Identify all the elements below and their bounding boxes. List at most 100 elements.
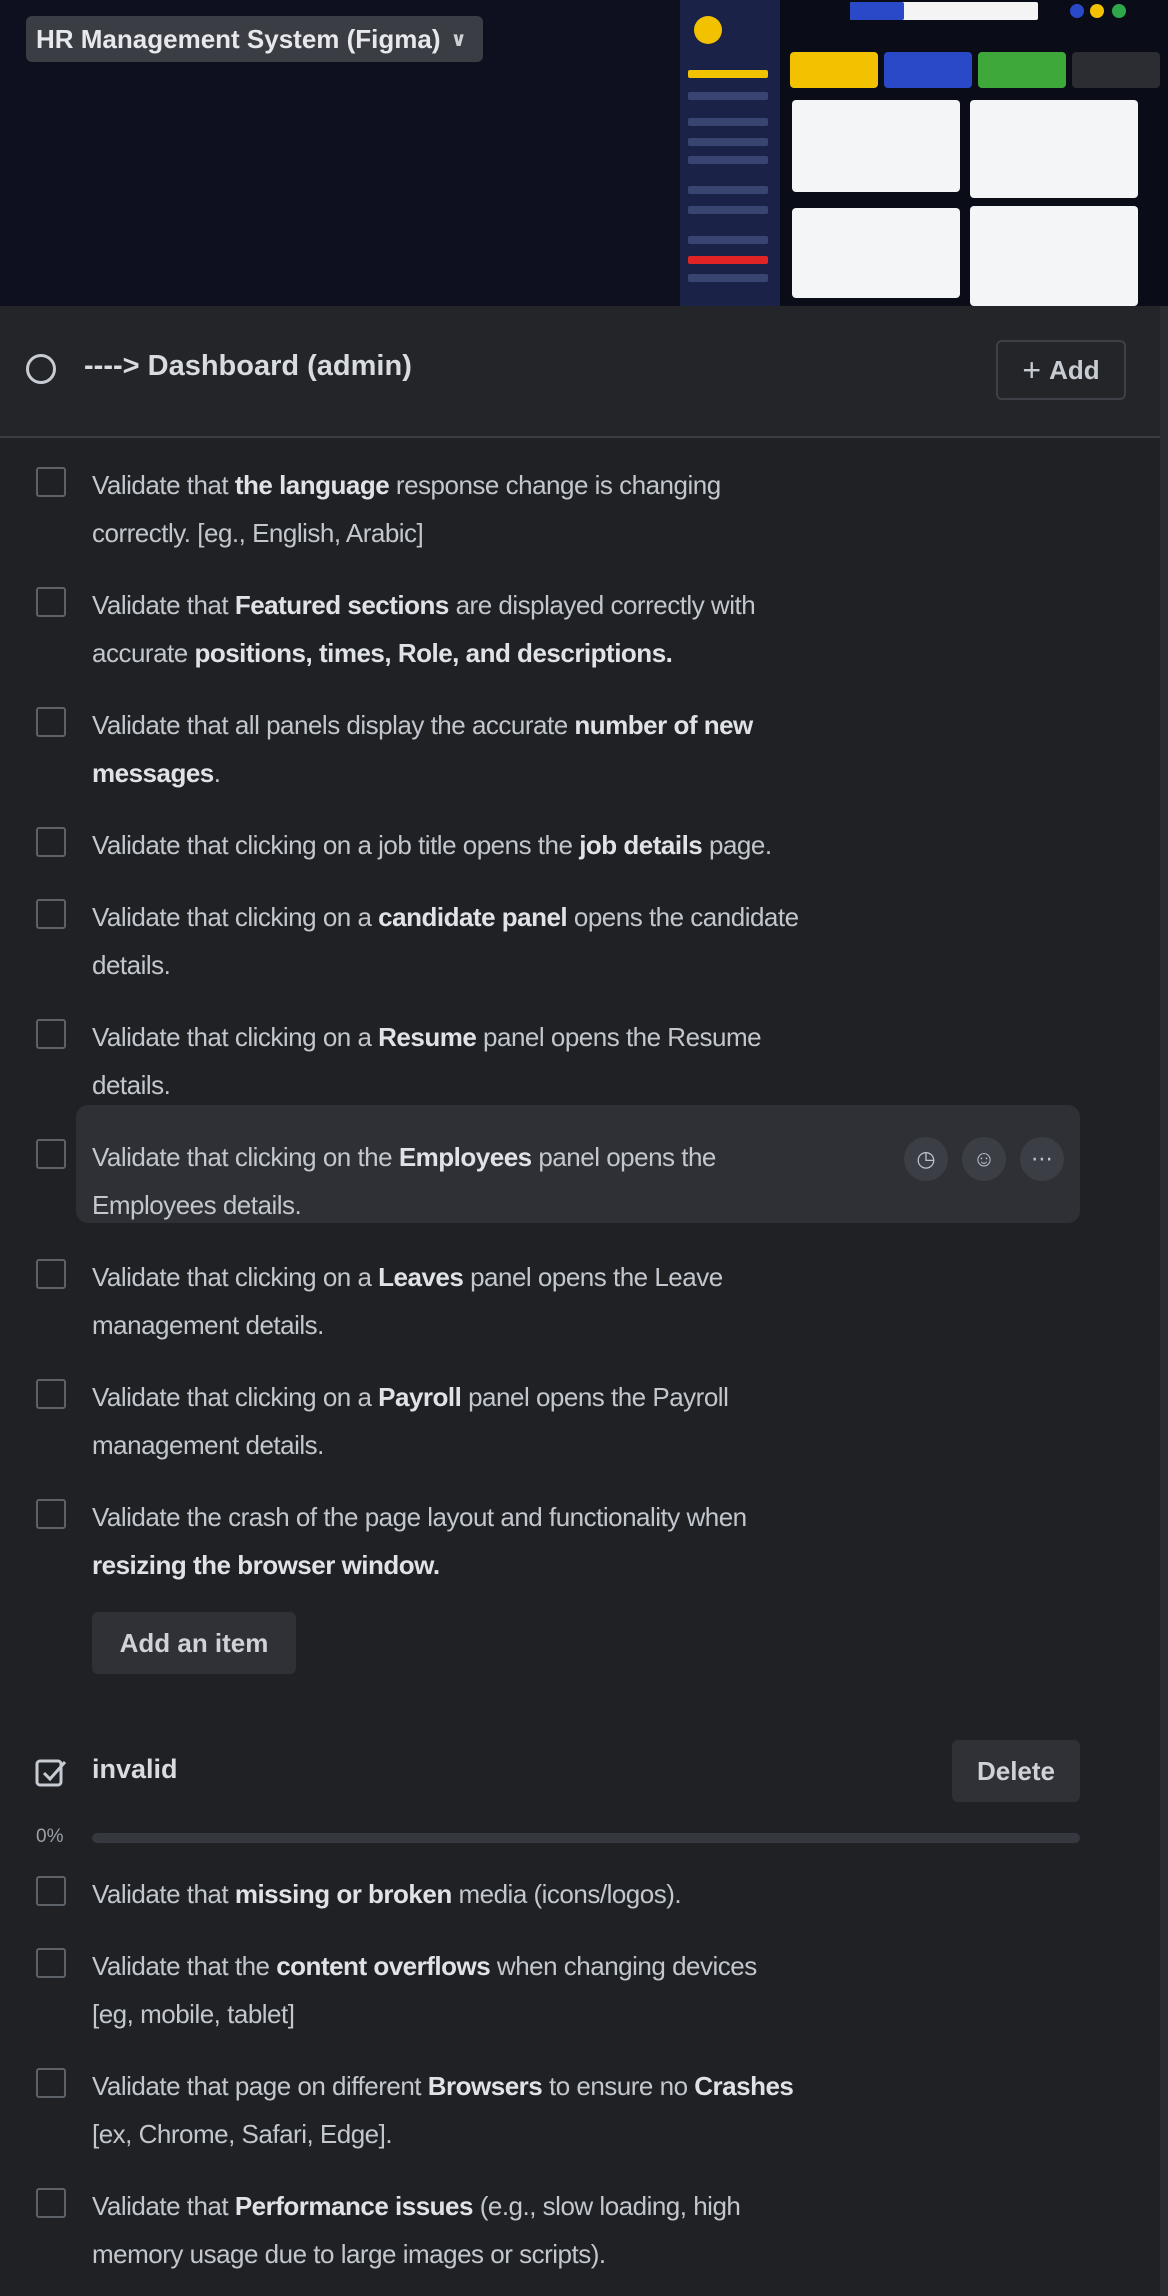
- item-text-bold: candidate panel: [378, 902, 568, 932]
- item-text-bold: Resume: [378, 1022, 477, 1052]
- item-checkbox[interactable]: [36, 707, 66, 737]
- item-checkbox[interactable]: [36, 1948, 66, 1978]
- item-text-span: management details.: [92, 1430, 324, 1460]
- item-text-span: memory usage due to large images or scri…: [92, 2239, 606, 2269]
- item-text-span: Validate that clicking on a job title op…: [92, 830, 580, 860]
- item-text-span: response change is changing: [389, 470, 721, 500]
- item-text[interactable]: Validate that clicking on the Employees …: [92, 1133, 912, 1229]
- card-cover: HR Management System (Figma) ∨: [0, 0, 1168, 306]
- item-text[interactable]: Validate that page on different Browsers…: [92, 2062, 912, 2158]
- item-text-bold: messages: [92, 758, 214, 788]
- progress-track: [92, 1833, 1080, 1843]
- item-text-bold: number of new: [574, 710, 753, 740]
- item-text[interactable]: Validate that clicking on a job title op…: [92, 821, 912, 869]
- item-text-bold: resizing the browser window.: [92, 1550, 440, 1580]
- item-checkbox[interactable]: [36, 1019, 66, 1049]
- item-text-span: opens the candidate: [567, 902, 799, 932]
- item-text[interactable]: Validate that clicking on a Resume panel…: [92, 1013, 912, 1109]
- thumbnail-search: [850, 2, 1038, 20]
- item-text-span: accurate: [92, 638, 195, 668]
- item-text-bold: Browsers: [427, 2071, 543, 2101]
- item-text-span: Validate that clicking on a: [92, 1022, 379, 1052]
- item-text[interactable]: Validate that clicking on a Payroll pane…: [92, 1373, 912, 1469]
- item-text-span: management details.: [92, 1310, 324, 1340]
- item-text-span: [eg, mobile, tablet]: [92, 1999, 295, 2029]
- assign-member-icon[interactable]: ☺: [962, 1137, 1006, 1181]
- item-text-span: panel opens the Leave: [463, 1262, 723, 1292]
- item-text-span: Validate that all panels display the acc…: [92, 710, 575, 740]
- item-text-bold: content overflows: [276, 1951, 491, 1981]
- checklist-title[interactable]: ----> Dashboard (admin): [84, 350, 412, 383]
- item-text-span: Validate that clicking on the: [92, 1142, 399, 1172]
- board-name: HR Management System (Figma): [36, 23, 441, 54]
- item-text-span: Validate that clicking on a: [92, 902, 379, 932]
- item-checkbox[interactable]: [36, 899, 66, 929]
- item-text-bold: missing or broken: [234, 1879, 452, 1909]
- item-text[interactable]: Validate the crash of the page layout an…: [92, 1493, 912, 1589]
- item-checkbox[interactable]: [36, 587, 66, 617]
- circle-icon[interactable]: [26, 354, 56, 384]
- item-text-span: Validate that: [92, 1879, 235, 1909]
- item-checkbox[interactable]: [36, 1139, 66, 1169]
- item-text-span: .: [213, 758, 221, 788]
- item-text-span: Validate that clicking on a: [92, 1262, 379, 1292]
- plus-icon: +: [1022, 352, 1042, 388]
- item-text[interactable]: Validate that the content overflows when…: [92, 1942, 912, 2038]
- item-checkbox[interactable]: [36, 2068, 66, 2098]
- item-text-span: correctly. [eg., English, Arabic]: [92, 518, 424, 548]
- item-checkbox[interactable]: [36, 827, 66, 857]
- progress-percent: 0%: [36, 1826, 64, 1847]
- add-item-button[interactable]: Add an item: [92, 1612, 296, 1674]
- item-text-span: media (icons/logos).: [451, 1879, 682, 1909]
- item-text-bold: Performance issues: [234, 2191, 474, 2221]
- add-button-label: Add: [1049, 354, 1100, 385]
- item-text-span: details.: [92, 950, 171, 980]
- item-checkbox[interactable]: [36, 1379, 66, 1409]
- item-text-span: are displayed correctly with: [448, 590, 756, 620]
- item-text[interactable]: Validate that Featured sections are disp…: [92, 581, 912, 677]
- item-text-span: [ex, Chrome, Safari, Edge].: [92, 2119, 393, 2149]
- item-actions: ◷ ☺ ⋯: [904, 1137, 1064, 1181]
- item-text-bold: positions, times, Role, and descriptions…: [194, 638, 673, 668]
- more-icon[interactable]: ⋯: [1020, 1137, 1064, 1181]
- item-text-span: Validate that clicking on a: [92, 1382, 379, 1412]
- cover-image-thumbnail: [680, 0, 1168, 306]
- item-text-bold: Crashes: [694, 2071, 794, 2101]
- item-text-bold: Featured sections: [234, 590, 450, 620]
- item-text-span: Employees details.: [92, 1190, 302, 1220]
- invalid-checklist-header: invalid Delete: [0, 1740, 1160, 1810]
- board-selector[interactable]: HR Management System (Figma) ∨: [26, 16, 483, 62]
- item-text-bold: Employees: [398, 1142, 532, 1172]
- item-text-span: Validate that the: [92, 1951, 277, 1981]
- item-text-bold: job details: [579, 830, 703, 860]
- item-checkbox[interactable]: [36, 467, 66, 497]
- item-text-span: Validate the crash of the page layout an…: [92, 1502, 747, 1532]
- add-button[interactable]: + Add: [996, 340, 1126, 400]
- invalid-checklist-title[interactable]: invalid: [92, 1754, 178, 1785]
- item-text-span: panel opens the Payroll: [461, 1382, 729, 1412]
- item-text-span: panel opens the: [531, 1142, 716, 1172]
- item-text[interactable]: Validate that clicking on a Leaves panel…: [92, 1253, 912, 1349]
- item-text[interactable]: Validate that all panels display the acc…: [92, 701, 912, 797]
- checklist-progress: 0%: [0, 1826, 1160, 1850]
- item-checkbox[interactable]: [36, 2188, 66, 2218]
- item-text-bold: Payroll: [378, 1382, 462, 1412]
- item-checkbox[interactable]: [36, 1876, 66, 1906]
- item-text[interactable]: Validate that the language response chan…: [92, 461, 912, 557]
- item-text-span: when changing devices: [490, 1951, 757, 1981]
- item-text[interactable]: Validate that clicking on a candidate pa…: [92, 893, 912, 989]
- scrollbar[interactable]: [1160, 306, 1168, 2296]
- clock-icon[interactable]: ◷: [904, 1137, 948, 1181]
- item-text-span: Validate that: [92, 590, 235, 620]
- delete-button[interactable]: Delete: [952, 1740, 1080, 1802]
- item-checkbox[interactable]: [36, 1499, 66, 1529]
- checklist-icon: [35, 1759, 67, 1787]
- item-text[interactable]: Validate that missing or broken media (i…: [92, 1870, 912, 1918]
- item-text-span: (e.g., slow loading, high: [472, 2191, 741, 2221]
- item-text-bold: Leaves: [378, 1262, 464, 1292]
- item-text[interactable]: Validate that Performance issues (e.g., …: [92, 2182, 912, 2278]
- item-checkbox[interactable]: [36, 1259, 66, 1289]
- item-text-bold: the language: [234, 470, 390, 500]
- item-text-span: to ensure no: [542, 2071, 695, 2101]
- item-text-span: panel opens the Resume: [476, 1022, 762, 1052]
